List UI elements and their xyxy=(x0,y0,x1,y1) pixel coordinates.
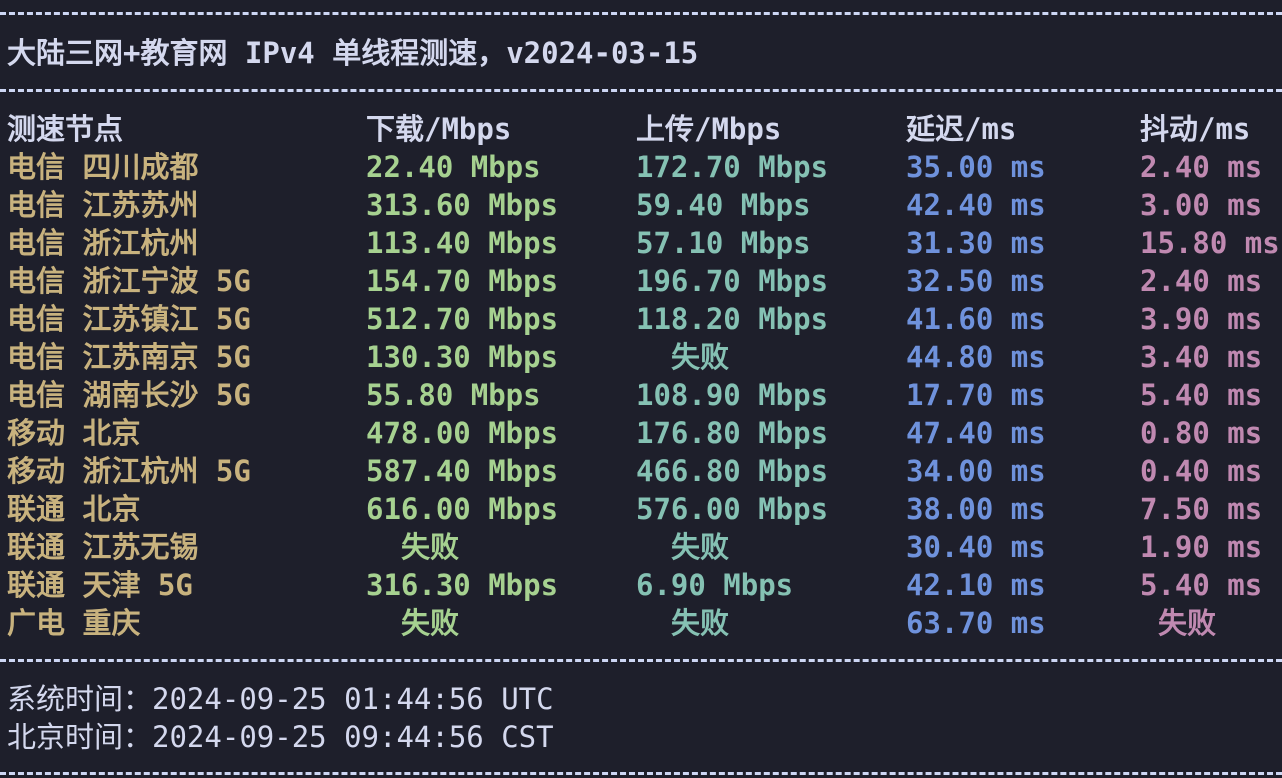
cell-upload: 108.90 Mbps xyxy=(636,378,829,412)
cell-upload: 6.90 Mbps xyxy=(636,568,794,602)
cell-download: 512.70 Mbps xyxy=(366,302,559,336)
table-row: 移动 北京 478.00 Mbps 176.80 Mbps 47.40 ms 0.80 … xyxy=(7,414,1282,452)
cell-upload: 466.80 Mbps xyxy=(636,454,829,488)
cell-jitter: 3.90 ms xyxy=(1140,302,1263,336)
cell-upload: 失败 xyxy=(671,340,730,374)
cell-upload: 196.70 Mbps xyxy=(636,264,829,298)
cell-jitter: 2.40 ms xyxy=(1140,264,1263,298)
cell-latency: 31.30 ms xyxy=(906,226,1046,260)
system-time-value: 2024-09-25 01:44:56 UTC xyxy=(152,682,554,716)
cell-download: 113.40 Mbps xyxy=(366,226,559,260)
cell-node: 电信 四川成都 xyxy=(7,150,199,184)
beijing-time-label: 北京时间： xyxy=(7,720,153,754)
table-row: 电信 四川成都 22.40 Mbps 172.70 Mbps 35.00 ms 2.40… xyxy=(7,148,1282,186)
cell-node: 移动 浙江杭州 5G xyxy=(7,454,251,488)
table-header: 测速节点 下载/Mbps 上传/Mbps 延迟/ms 抖动/ms xyxy=(7,110,1282,148)
cell-upload: 576.00 Mbps xyxy=(636,492,829,526)
cell-upload: 176.80 Mbps xyxy=(636,416,829,450)
cell-latency: 41.60 ms xyxy=(906,302,1046,336)
cell-download: 313.60 Mbps xyxy=(366,188,559,222)
cell-jitter: 3.00 ms xyxy=(1140,188,1263,222)
speedtest-title: 大陆三网+教育网 IPv4 单线程测速，v2024-03-15 xyxy=(7,36,699,70)
cell-latency: 47.40 ms xyxy=(906,416,1046,450)
beijing-time-line: 北京时间：2024-09-25 09:44:56 CST xyxy=(7,718,554,756)
table-row: 电信 浙江宁波 5G 154.70 Mbps 196.70 Mbps 32.50 ms… xyxy=(7,262,1282,300)
cell-node: 联通 天津 5G xyxy=(7,568,193,602)
system-time-label: 系统时间： xyxy=(7,682,153,716)
cell-jitter: 3.40 ms xyxy=(1140,340,1263,374)
cell-node: 电信 湖南长沙 5G xyxy=(7,378,251,412)
cell-upload: 失败 xyxy=(671,606,730,640)
header-jitter: 抖动/ms xyxy=(1140,112,1251,146)
cell-download: 154.70 Mbps xyxy=(366,264,559,298)
cell-node: 电信 江苏苏州 xyxy=(7,188,199,222)
cell-node: 电信 江苏南京 5G xyxy=(7,340,251,374)
cell-jitter: 0.40 ms xyxy=(1140,454,1263,488)
cell-node: 联通 江苏无锡 xyxy=(7,530,199,564)
cell-node: 广电 重庆 xyxy=(7,606,141,640)
cell-latency: 34.00 ms xyxy=(906,454,1046,488)
header-download: 下载/Mbps xyxy=(366,112,512,146)
cell-download: 55.80 Mbps xyxy=(366,378,541,412)
header-upload: 上传/Mbps xyxy=(636,112,782,146)
cell-latency: 38.00 ms xyxy=(906,492,1046,526)
cell-jitter: 1.90 ms xyxy=(1140,530,1263,564)
table-row: 电信 江苏镇江 5G 512.70 Mbps 118.20 Mbps 41.60 ms… xyxy=(7,300,1282,338)
cell-jitter: 5.40 ms xyxy=(1140,568,1263,602)
table-row: 电信 浙江杭州 113.40 Mbps 57.10 Mbps 31.30 ms 15.8… xyxy=(7,224,1282,262)
cell-latency: 30.40 ms xyxy=(906,530,1046,564)
cell-upload: 失败 xyxy=(671,530,730,564)
table-row: 移动 浙江杭州 5G 587.40 Mbps 466.80 Mbps 34.00 ms… xyxy=(7,452,1282,490)
beijing-time-value: 2024-09-25 09:44:56 CST xyxy=(152,720,554,754)
cell-node: 电信 浙江杭州 xyxy=(7,226,199,260)
table-row: 广电 重庆 失败 失败 63.70 ms 失败 xyxy=(7,604,1282,642)
cell-jitter: 5.40 ms xyxy=(1140,378,1263,412)
cell-latency: 42.40 ms xyxy=(906,188,1046,222)
separator-footer xyxy=(0,659,1282,662)
cell-latency: 17.70 ms xyxy=(906,378,1046,412)
table-row: 电信 湖南长沙 5G 55.80 Mbps 108.90 Mbps 17.70 ms 5… xyxy=(7,376,1282,414)
cell-upload: 118.20 Mbps xyxy=(636,302,829,336)
cell-jitter: 失败 xyxy=(1158,606,1217,640)
table-row: 联通 北京 616.00 Mbps 576.00 Mbps 38.00 ms 7.50 … xyxy=(7,490,1282,528)
system-time-line: 系统时间：2024-09-25 01:44:56 UTC xyxy=(7,680,554,718)
cell-download: 316.30 Mbps xyxy=(366,568,559,602)
header-latency: 延迟/ms xyxy=(906,112,1017,146)
cell-node: 移动 北京 xyxy=(7,416,141,450)
table-row: 电信 江苏苏州 313.60 Mbps 59.40 Mbps 42.40 ms 3.00… xyxy=(7,186,1282,224)
table-row: 联通 江苏无锡 失败 失败 30.40 ms 1.90 ms xyxy=(7,528,1282,566)
cell-upload: 57.10 Mbps xyxy=(636,226,811,260)
cell-download: 22.40 Mbps xyxy=(366,150,541,184)
separator-header xyxy=(0,89,1282,92)
cell-latency: 44.80 ms xyxy=(906,340,1046,374)
cell-download: 130.30 Mbps xyxy=(366,340,559,374)
terminal-window: 大陆三网+教育网 IPv4 单线程测速，v2024-03-15 测速节点 下载/… xyxy=(0,0,1282,778)
cell-latency: 32.50 ms xyxy=(906,264,1046,298)
cell-upload: 172.70 Mbps xyxy=(636,150,829,184)
cell-upload: 59.40 Mbps xyxy=(636,188,811,222)
cell-node: 联通 北京 xyxy=(7,492,141,526)
cell-download: 478.00 Mbps xyxy=(366,416,559,450)
cell-jitter: 7.50 ms xyxy=(1140,492,1263,526)
separator-top xyxy=(0,12,1282,15)
cell-jitter: 2.40 ms xyxy=(1140,150,1263,184)
cell-jitter: 15.80 ms xyxy=(1140,226,1280,260)
cell-download: 587.40 Mbps xyxy=(366,454,559,488)
cell-node: 电信 浙江宁波 5G xyxy=(7,264,251,298)
cell-latency: 63.70 ms xyxy=(906,606,1046,640)
cell-latency: 42.10 ms xyxy=(906,568,1046,602)
cell-download: 616.00 Mbps xyxy=(366,492,559,526)
table-row: 联通 天津 5G 316.30 Mbps 6.90 Mbps 42.10 ms 5.40… xyxy=(7,566,1282,604)
cell-node: 电信 江苏镇江 5G xyxy=(7,302,251,336)
cell-download: 失败 xyxy=(401,606,460,640)
cell-jitter: 0.80 ms xyxy=(1140,416,1263,450)
cell-latency: 35.00 ms xyxy=(906,150,1046,184)
table-row: 电信 江苏南京 5G 130.30 Mbps 失败 44.80 ms 3.40 ms xyxy=(7,338,1282,376)
cell-download: 失败 xyxy=(401,530,460,564)
header-node: 测速节点 xyxy=(7,112,124,146)
separator-bottom xyxy=(0,772,1282,775)
